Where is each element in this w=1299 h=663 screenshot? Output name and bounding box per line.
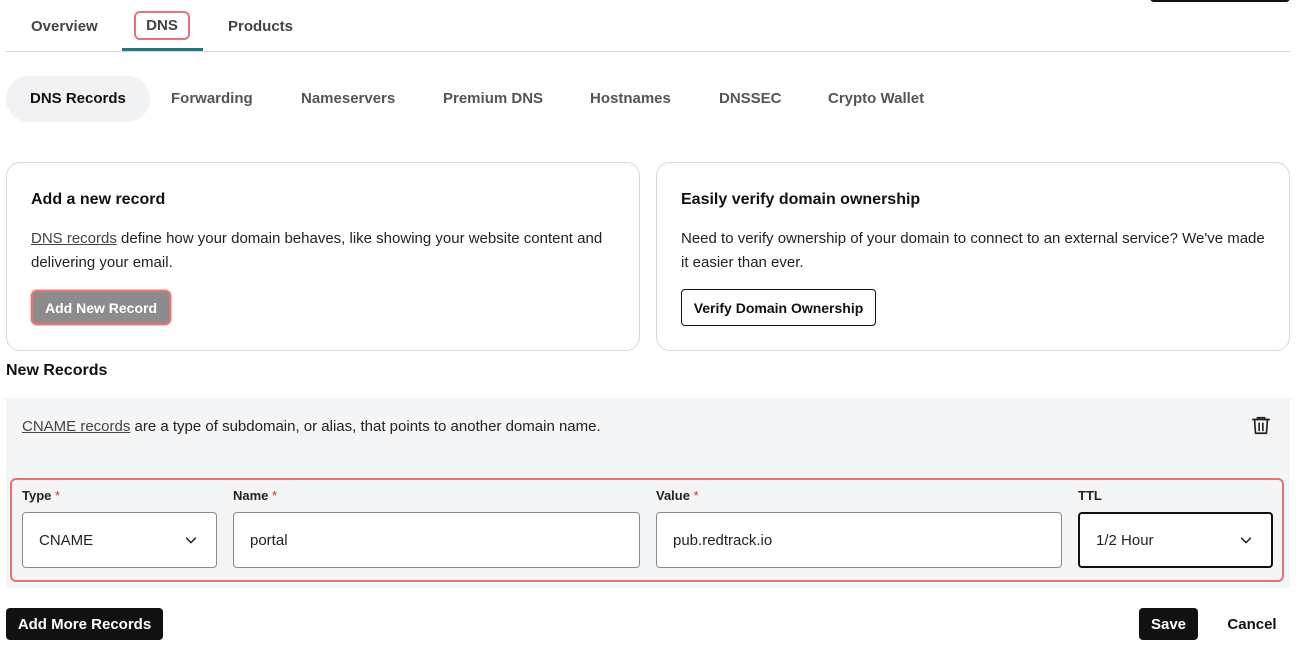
- subnav-premium-dns[interactable]: Premium DNS: [443, 76, 543, 122]
- new-records-title: New Records: [6, 362, 108, 379]
- ttl-label: TTL: [1078, 488, 1102, 503]
- verify-description: Need to verify ownership of your domain …: [681, 230, 1265, 271]
- ttl-value: 1/2 Hour: [1096, 531, 1154, 549]
- subnav-nameservers[interactable]: Nameservers: [301, 76, 395, 122]
- cname-desc-text: are a type of subdomain, or alias, that …: [130, 418, 601, 435]
- subnav-hostnames[interactable]: Hostnames: [590, 76, 671, 122]
- add-record-desc-text: define how your domain behaves, like sho…: [31, 230, 603, 271]
- top-tabs: Overview DNS Products: [6, 0, 1290, 52]
- type-value: CNAME: [39, 531, 94, 549]
- add-record-description: DNS records define how your domain behav…: [31, 227, 621, 275]
- dns-records-link[interactable]: DNS records: [31, 230, 117, 247]
- name-label: Name *: [233, 488, 278, 503]
- subnav-dns-records[interactable]: DNS Records: [6, 76, 150, 122]
- cancel-button[interactable]: Cancel: [1222, 608, 1282, 640]
- value-input[interactable]: pub.redtrack.io: [656, 512, 1062, 568]
- chevron-down-icon: [185, 537, 197, 544]
- trash-icon[interactable]: [1250, 414, 1272, 436]
- tab-dns[interactable]: DNS: [134, 11, 190, 40]
- verify-title: Easily verify domain ownership: [681, 191, 921, 208]
- ttl-select[interactable]: 1/2 Hour: [1078, 512, 1273, 568]
- record-row: Type * CNAME Name * portal Value * pub.r…: [10, 478, 1284, 582]
- tab-overview[interactable]: Overview: [31, 18, 98, 35]
- chevron-down-icon: [1240, 537, 1252, 544]
- add-record-card: Add a new record DNS records define how …: [6, 162, 640, 351]
- new-records-panel: CNAME records are a type of subdomain, o…: [6, 398, 1290, 588]
- add-more-records-button[interactable]: Add More Records: [6, 608, 163, 640]
- cname-description: CNAME records are a type of subdomain, o…: [22, 418, 601, 435]
- verify-domain-ownership-button[interactable]: Verify Domain Ownership: [681, 289, 876, 326]
- cname-records-link[interactable]: CNAME records: [22, 418, 130, 435]
- subnav-crypto-wallet[interactable]: Crypto Wallet: [828, 76, 924, 122]
- verify-ownership-card: Easily verify domain ownership Need to v…: [656, 162, 1290, 351]
- add-record-title: Add a new record: [31, 191, 166, 208]
- add-new-record-button[interactable]: Add New Record: [31, 290, 171, 325]
- name-value: portal: [250, 531, 288, 549]
- save-button[interactable]: Save: [1139, 608, 1198, 640]
- value-value: pub.redtrack.io: [673, 531, 773, 549]
- type-label: Type *: [22, 488, 61, 503]
- subnav-forwarding[interactable]: Forwarding: [171, 76, 253, 122]
- tab-products[interactable]: Products: [228, 18, 293, 35]
- value-label: Value *: [656, 488, 699, 503]
- active-tab-indicator: [122, 48, 203, 51]
- name-input[interactable]: portal: [233, 512, 640, 568]
- type-select[interactable]: CNAME: [22, 512, 217, 568]
- subnav-dnssec[interactable]: DNSSEC: [719, 76, 782, 122]
